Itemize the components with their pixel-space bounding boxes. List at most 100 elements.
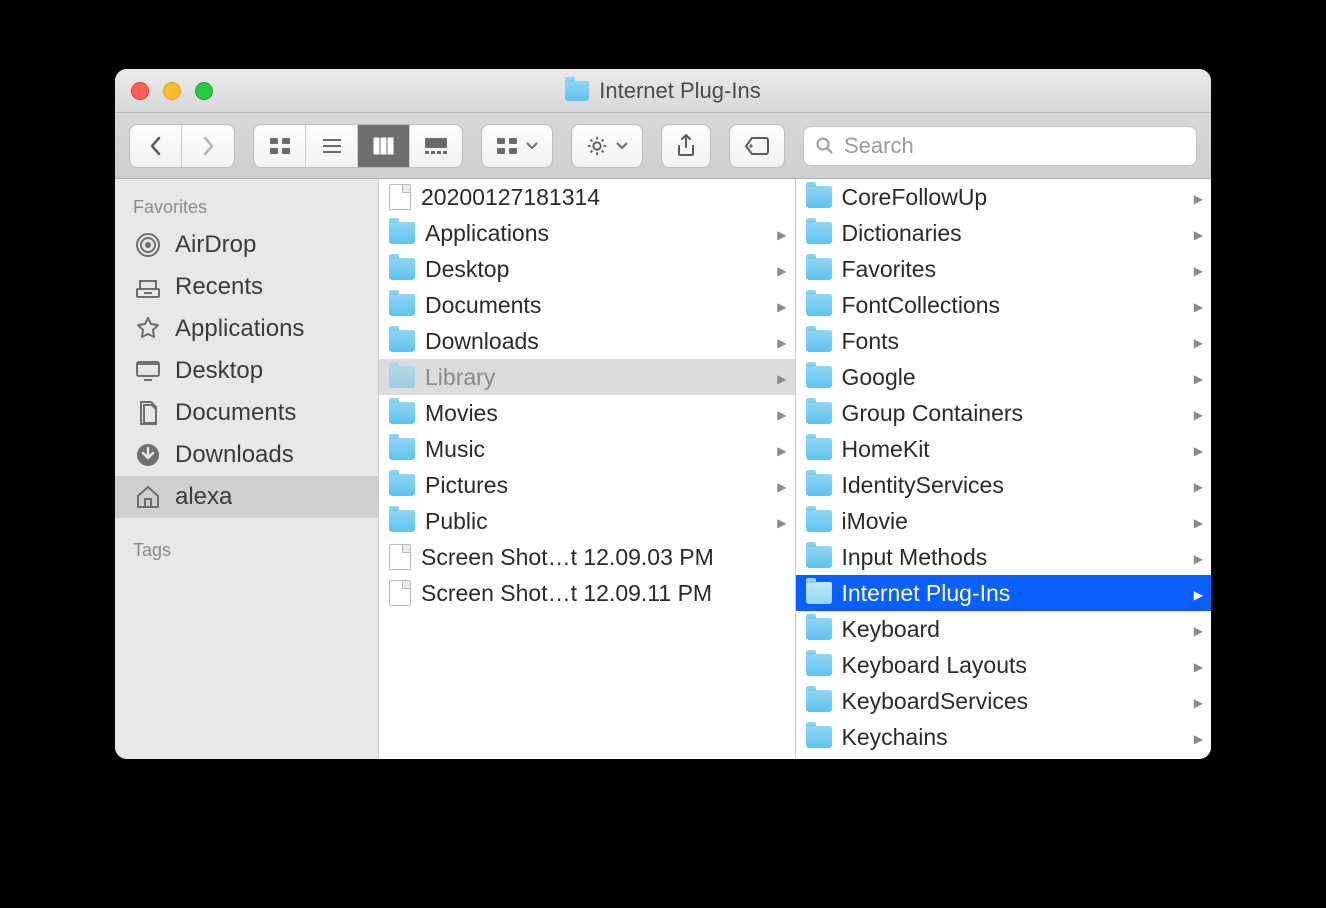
toolbar: Search [115,113,1211,179]
folder-row[interactable]: Input Methods [796,539,1212,575]
folder-icon [806,186,832,208]
tags-header: Tags [115,532,378,567]
folder-row[interactable]: Movies [379,395,795,431]
folder-row[interactable]: HomeKit [796,431,1212,467]
folder-row[interactable]: Group Containers [796,395,1212,431]
gallery-view-button[interactable] [410,125,462,167]
chevron-right-icon [1194,583,1203,604]
sidebar-item-label: Recents [175,273,263,301]
folder-row[interactable]: Keyboard Layouts [796,647,1212,683]
share-button[interactable] [661,124,711,168]
sidebar-item-documents[interactable]: Documents [115,392,378,434]
folder-row[interactable]: Pictures [379,467,795,503]
folder-icon [389,258,415,280]
folder-row[interactable]: Applications [379,215,795,251]
sidebar-item-recents[interactable]: Recents [115,266,378,308]
chevron-right-icon [1194,655,1203,676]
folder-row[interactable]: Favorites [796,251,1212,287]
folder-row[interactable]: Desktop [379,251,795,287]
sidebar-item-label: AirDrop [175,231,256,259]
item-label: Screen Shot…t 12.09.11 PM [421,580,712,607]
item-label: Applications [425,220,549,247]
chevron-right-icon [1194,223,1203,244]
home-icon [133,482,163,512]
folder-row[interactable]: Library [379,359,795,395]
chevron-right-icon [777,331,786,352]
folder-icon [389,402,415,424]
folder-row[interactable]: iMovie [796,503,1212,539]
folder-icon [806,582,832,604]
downloads-icon [133,440,163,470]
folder-row[interactable]: IdentityServices [796,467,1212,503]
list-view-button[interactable] [306,125,358,167]
folder-icon [806,546,832,568]
recents-icon [133,272,163,302]
sidebar-item-label: Applications [175,315,304,343]
folder-row[interactable]: Documents [379,287,795,323]
folder-row[interactable]: Music [379,431,795,467]
folder-icon [389,474,415,496]
folder-row[interactable]: KeyboardServices [796,683,1212,719]
folder-row[interactable]: Fonts [796,323,1212,359]
icon-view-button[interactable] [254,125,306,167]
sidebar-item-alexa[interactable]: alexa [115,476,378,518]
forward-button[interactable] [182,125,234,167]
zoom-button[interactable] [195,82,213,100]
item-label: Movies [425,400,498,427]
file-icon [389,580,411,606]
file-row[interactable]: 20200127181314 [379,179,795,215]
folder-row[interactable]: Internet Plug-Ins [796,575,1212,611]
back-button[interactable] [130,125,182,167]
folder-icon [389,366,415,388]
folder-row[interactable]: Dictionaries [796,215,1212,251]
folder-row[interactable]: Keyboard [796,611,1212,647]
folder-icon [806,330,832,352]
sidebar-item-label: Desktop [175,357,263,385]
sidebar-item-downloads[interactable]: Downloads [115,434,378,476]
folder-row[interactable]: Keychains [796,719,1212,755]
item-label: Music [425,436,485,463]
item-label: Favorites [842,256,937,283]
action-button[interactable] [571,124,643,168]
item-label: Google [842,364,916,391]
file-icon [389,184,411,210]
item-label: iMovie [842,508,908,535]
chevron-right-icon [777,439,786,460]
folder-icon [806,258,832,280]
chevron-right-icon [1194,187,1203,208]
minimize-button[interactable] [163,82,181,100]
close-button[interactable] [131,82,149,100]
sidebar: Favorites AirDropRecentsApplicationsDesk… [115,179,379,759]
search-input[interactable]: Search [803,126,1197,166]
item-label: Keychains [842,724,948,751]
folder-row[interactable]: FontCollections [796,287,1212,323]
folder-row[interactable]: CoreFollowUp [796,179,1212,215]
groupby-button[interactable] [481,124,553,168]
folder-row[interactable]: Public [379,503,795,539]
file-row[interactable]: Screen Shot…t 12.09.11 PM [379,575,795,611]
sidebar-item-desktop[interactable]: Desktop [115,350,378,392]
file-row[interactable]: Screen Shot…t 12.09.03 PM [379,539,795,575]
share-icon [676,134,696,158]
column-view-button[interactable] [358,125,410,167]
sidebar-item-applications[interactable]: Applications [115,308,378,350]
folder-icon [806,366,832,388]
item-label: Downloads [425,328,539,355]
tags-button[interactable] [729,124,785,168]
item-label: Group Containers [842,400,1024,427]
gear-icon [586,135,608,157]
sidebar-item-airdrop[interactable]: AirDrop [115,224,378,266]
item-label: IdentityServices [842,472,1004,499]
view-switcher [253,124,463,168]
folder-icon [389,438,415,460]
folder-row[interactable]: Downloads [379,323,795,359]
chevron-right-icon [777,511,786,532]
item-label: Pictures [425,472,508,499]
tag-icon [744,136,770,156]
documents-icon [133,398,163,428]
folder-icon [806,618,832,640]
folder-row[interactable]: Google [796,359,1212,395]
search-icon [816,137,834,155]
column-browser: 20200127181314 Applications DesktopDocumen… [379,179,1211,759]
item-label: Keyboard [842,616,940,643]
